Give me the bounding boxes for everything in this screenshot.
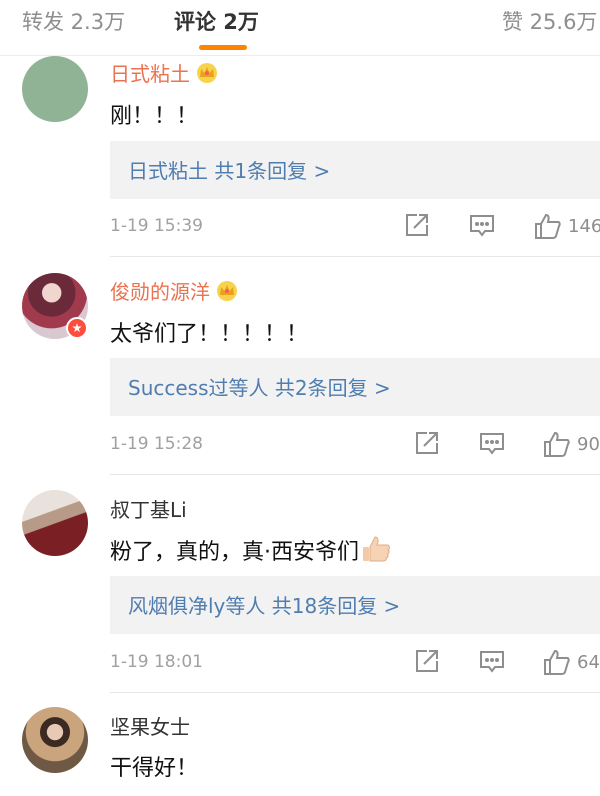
avatar[interactable] <box>22 707 88 773</box>
thumbs-up-emoji <box>361 535 391 569</box>
crown-icon <box>194 62 220 89</box>
replies-box[interactable]: 日式粘土 共1条回复 > <box>110 141 600 199</box>
active-tab-indicator <box>199 45 247 50</box>
replies-link[interactable]: Success过等人 共2条回复 > <box>128 372 391 401</box>
verified-badge-icon <box>66 317 88 339</box>
avatar[interactable] <box>22 273 88 339</box>
replies-link[interactable]: 日式粘土 共1条回复 > <box>128 155 330 184</box>
tab-bar: 转发 2.3万 评论 2万 赞 25.6万 <box>0 0 600 56</box>
comment-icon[interactable] <box>469 213 495 243</box>
replies-box[interactable]: Success过等人 共2条回复 > <box>110 358 600 416</box>
comment-icon[interactable] <box>479 431 505 461</box>
avatar[interactable] <box>22 56 88 122</box>
replies-box[interactable]: 风烟俱净ly等人 共18条回复 > <box>110 576 600 634</box>
divider <box>110 474 600 475</box>
like-count: 146 <box>568 216 600 237</box>
comment-username[interactable]: 日式粘土 <box>110 58 220 89</box>
repost-icon[interactable] <box>414 430 440 460</box>
comment-text: 刚！！！ <box>110 104 199 129</box>
comment-username[interactable]: 俊勋的源洋 <box>110 276 240 307</box>
comment-time: 1-19 15:28 <box>110 434 203 454</box>
like-thumb-icon[interactable] <box>543 648 571 680</box>
tab-like[interactable]: 赞 25.6万 <box>502 6 597 36</box>
comment-icon[interactable] <box>479 649 505 679</box>
comment-text: 干得好！ <box>110 756 199 781</box>
comment-username[interactable]: 叔丁基Li <box>110 494 187 523</box>
repost-icon[interactable] <box>414 648 440 678</box>
replies-link[interactable]: 风烟俱净ly等人 共18条回复 > <box>128 590 400 619</box>
like-thumb-icon[interactable] <box>543 430 571 462</box>
like-count: 90 <box>577 434 600 455</box>
divider <box>110 692 600 693</box>
avatar[interactable] <box>22 490 88 556</box>
like-thumb-icon[interactable] <box>534 212 562 244</box>
comment-time: 1-19 15:39 <box>110 216 203 236</box>
like-count: 64 <box>577 652 600 673</box>
comment-text: 粉了，真的，真·西安爷们 <box>110 534 391 569</box>
comment-username[interactable]: 坚果女士 <box>110 711 190 740</box>
tab-comment[interactable]: 评论 2万 <box>174 6 259 36</box>
crown-icon <box>214 280 240 307</box>
comment-time: 1-19 18:01 <box>110 652 203 672</box>
divider <box>110 256 600 257</box>
tab-repost[interactable]: 转发 2.3万 <box>22 6 125 36</box>
repost-icon[interactable] <box>404 212 430 242</box>
comment-text: 太爷们了！！！！！ <box>110 322 309 347</box>
